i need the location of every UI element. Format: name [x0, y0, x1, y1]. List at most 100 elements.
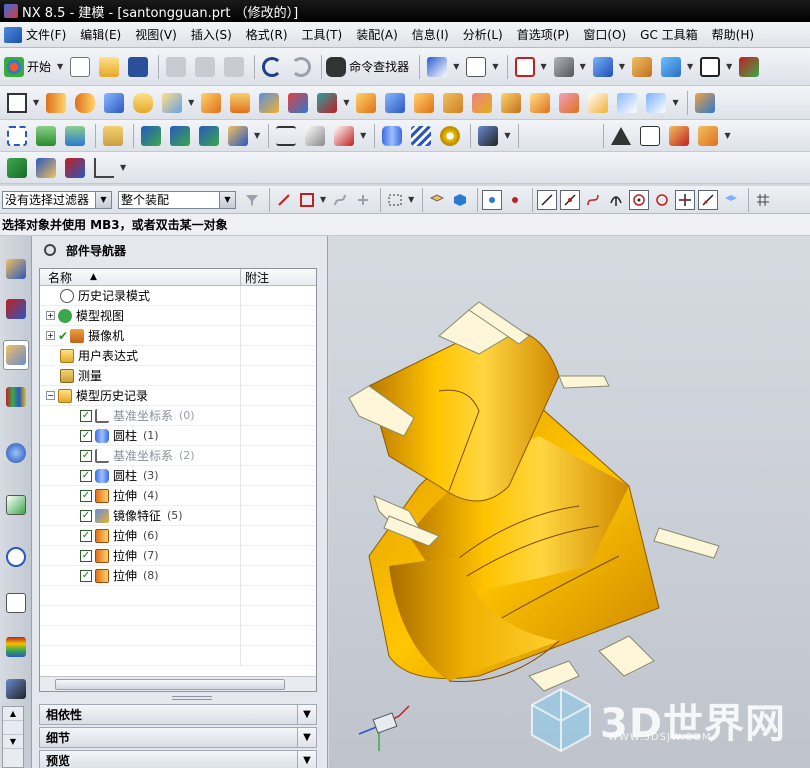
- edit-parameters-button[interactable]: [4, 123, 30, 149]
- add-component-button[interactable]: [138, 123, 164, 149]
- visibility-checkbox[interactable]: ✓: [80, 469, 92, 482]
- snap-tangent-button[interactable]: [606, 190, 626, 210]
- gear-feature-button[interactable]: [692, 90, 718, 116]
- tree-row[interactable]: ✓ 基准坐标系 (2): [40, 445, 316, 466]
- select-box-button[interactable]: [297, 190, 317, 210]
- edge-blend-button[interactable]: [353, 90, 379, 116]
- snap-line-button[interactable]: [537, 189, 558, 210]
- redo-button[interactable]: [288, 54, 314, 80]
- scroll-down-icon[interactable]: ▼: [3, 735, 23, 749]
- tool-settings-button[interactable]: [475, 123, 501, 149]
- snap-on-curve-button[interactable]: [698, 189, 719, 210]
- information-button[interactable]: [463, 54, 489, 80]
- feature-playback-button[interactable]: [33, 123, 59, 149]
- chevron-down-icon[interactable]: ▼: [343, 98, 349, 107]
- selection-priority-button[interactable]: [736, 54, 762, 80]
- offset-curve-button[interactable]: [331, 123, 357, 149]
- cut-button[interactable]: [163, 54, 189, 80]
- chevron-down-icon[interactable]: ▼: [541, 62, 547, 71]
- chevron-down-icon[interactable]: ▼: [492, 62, 498, 71]
- snap-on-face-button[interactable]: [721, 190, 741, 210]
- trim-body-button[interactable]: [469, 90, 495, 116]
- assembly-navigator-tab[interactable]: [3, 254, 29, 284]
- panel-splitter[interactable]: [172, 696, 212, 700]
- rectangle-select-button[interactable]: [385, 190, 405, 210]
- menu-preferences[interactable]: 首选项(P): [517, 26, 570, 43]
- nx-menu-icon[interactable]: [4, 26, 22, 43]
- tree-row[interactable]: ✓ 拉伸 (8): [40, 565, 316, 586]
- grid-button[interactable]: [753, 190, 773, 210]
- chevron-down-icon[interactable]: ▼: [724, 131, 730, 140]
- triangle-button[interactable]: [608, 123, 634, 149]
- column-header-name[interactable]: 名称 ▲: [40, 269, 241, 285]
- paste-button[interactable]: [221, 54, 247, 80]
- sew-button[interactable]: [556, 90, 582, 116]
- history-palette-tab[interactable]: [3, 490, 29, 520]
- table-button[interactable]: [637, 123, 663, 149]
- collapse-icon[interactable]: −: [46, 391, 55, 400]
- tree-row[interactable]: ✓ 拉伸 (6): [40, 525, 316, 546]
- feature-rule-button[interactable]: [353, 190, 373, 210]
- tree-row[interactable]: ✓ 基准坐标系 (0): [40, 405, 316, 426]
- section-view-button[interactable]: [658, 54, 684, 80]
- tree-row[interactable]: ✓ 镜像特征 (5): [40, 505, 316, 526]
- report-button[interactable]: [62, 155, 88, 181]
- reference-set-button[interactable]: [225, 123, 251, 149]
- chevron-down-icon[interactable]: ▼: [687, 62, 693, 71]
- tree-horizontal-scrollbar[interactable]: [40, 676, 316, 691]
- chevron-down-icon[interactable]: ▼: [453, 62, 459, 71]
- shell-button[interactable]: [411, 90, 437, 116]
- roles-tab[interactable]: [3, 674, 29, 704]
- subtract-button[interactable]: [285, 90, 311, 116]
- tree-row[interactable]: ✓ 圆柱 (3): [40, 465, 316, 486]
- new-file-button[interactable]: [67, 54, 93, 80]
- selection-scope-select[interactable]: 整个装配 ▼: [118, 190, 236, 209]
- through-curves-button[interactable]: [614, 90, 640, 116]
- patch-button[interactable]: [643, 90, 669, 116]
- system-materials-tab[interactable]: [3, 588, 29, 618]
- boss-button[interactable]: [159, 90, 185, 116]
- chevron-down-icon[interactable]: ▼: [672, 98, 678, 107]
- type-filter-select[interactable]: 没有选择过滤器 ▼: [2, 190, 112, 209]
- menu-gc-toolkit[interactable]: GC 工具箱: [640, 26, 698, 43]
- menu-file[interactable]: 文件(F): [26, 26, 66, 43]
- snap-arc-button[interactable]: [583, 190, 603, 210]
- snap-center-button[interactable]: [629, 189, 650, 210]
- command-finder-button[interactable]: 命令查找器: [326, 54, 409, 80]
- chevron-down-icon[interactable]: ▼: [504, 131, 510, 140]
- tree-row[interactable]: 用户表达式: [40, 345, 316, 366]
- select-faces-button[interactable]: [427, 190, 447, 210]
- undo-button[interactable]: [259, 54, 285, 80]
- tree-row[interactable]: ✓ 圆柱 (1): [40, 425, 316, 446]
- visibility-checkbox[interactable]: ✓: [80, 429, 92, 442]
- history-tab[interactable]: [3, 542, 29, 572]
- chevron-down-icon[interactable]: ▼: [188, 98, 194, 107]
- revolve-button[interactable]: [72, 90, 98, 116]
- tree-row[interactable]: + 模型视图: [40, 305, 316, 326]
- expand-icon[interactable]: +: [46, 331, 55, 340]
- constraints-button[interactable]: [167, 123, 193, 149]
- extrude-button[interactable]: [43, 90, 69, 116]
- fit-view-button[interactable]: [512, 54, 538, 80]
- chevron-down-icon[interactable]: ▼: [580, 62, 586, 71]
- chevron-down-icon[interactable]: ▼: [254, 131, 260, 140]
- shaded-view-button[interactable]: [590, 54, 616, 80]
- tree-row[interactable]: − 模型历史记录: [40, 385, 316, 406]
- orient-view-button[interactable]: [551, 54, 577, 80]
- visibility-checkbox[interactable]: ✓: [80, 569, 92, 582]
- annotation-button[interactable]: [666, 123, 692, 149]
- chamfer-button[interactable]: [382, 90, 408, 116]
- constraint-navigator-tab[interactable]: [3, 294, 29, 324]
- visibility-checkbox[interactable]: ✓: [80, 509, 92, 522]
- snap-quadrant-button[interactable]: [652, 190, 672, 210]
- process-studio-tab[interactable]: [3, 632, 29, 662]
- reset-filter-button[interactable]: [242, 190, 262, 210]
- tree-row[interactable]: + ✔ 摄像机: [40, 325, 316, 346]
- reuse-library-tab[interactable]: [3, 382, 29, 412]
- pattern-button[interactable]: [198, 90, 224, 116]
- structure-button[interactable]: [33, 155, 59, 181]
- menu-information[interactable]: 信息(I): [412, 26, 449, 43]
- background-button[interactable]: [697, 54, 723, 80]
- menu-format[interactable]: 格式(R): [246, 26, 288, 43]
- web-browser-tab[interactable]: [3, 438, 29, 468]
